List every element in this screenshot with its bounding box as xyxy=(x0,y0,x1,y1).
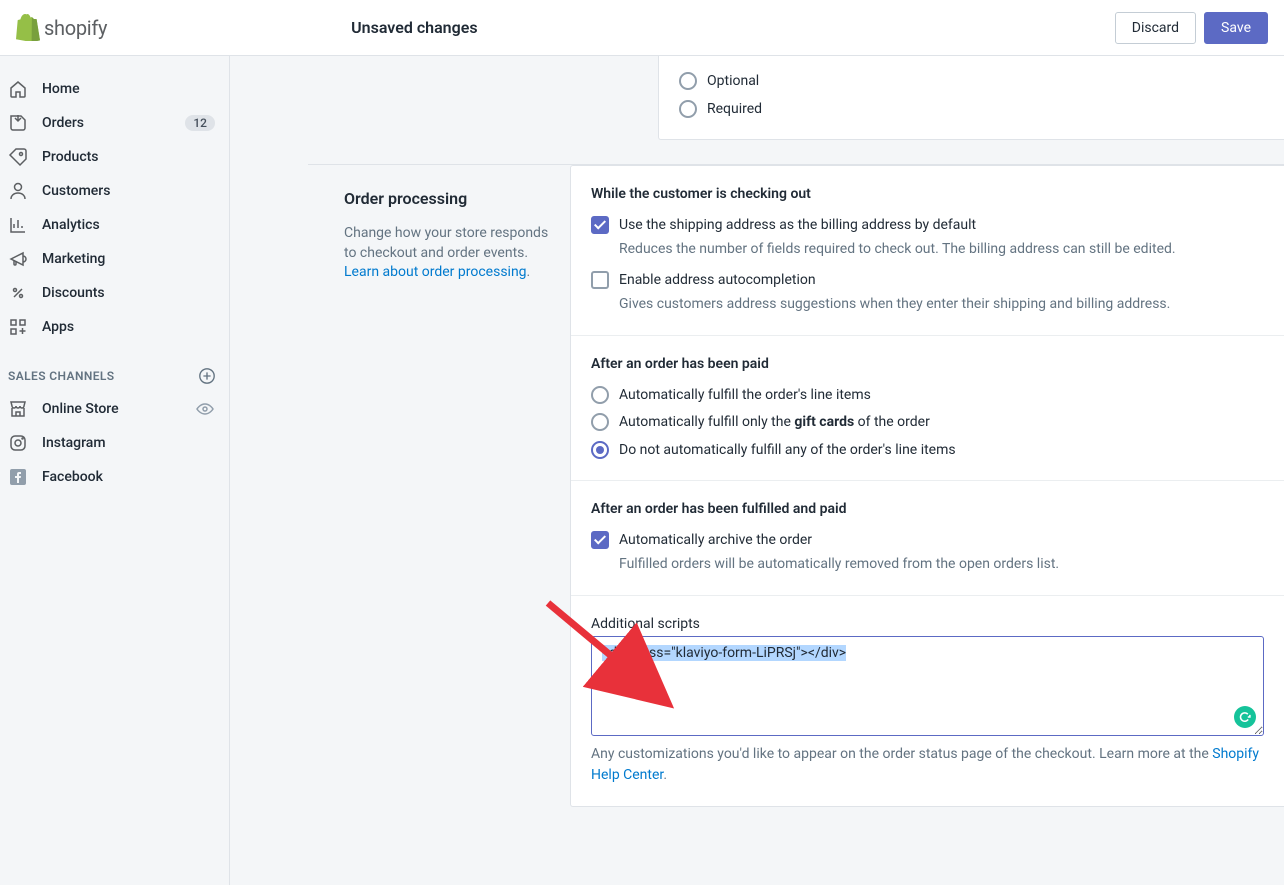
add-channel-button[interactable] xyxy=(197,366,217,386)
option-label: Enable address autocompletion xyxy=(619,271,1264,291)
shopify-logo[interactable]: shopify xyxy=(16,14,107,41)
sidebar-item-apps[interactable]: Apps xyxy=(0,310,229,344)
prior-section-card-bottom: Optional Required xyxy=(658,56,1284,140)
sidebar-item-label: Facebook xyxy=(42,469,215,485)
sidebar-item-label: Marketing xyxy=(42,251,215,267)
save-button[interactable]: Save xyxy=(1204,12,1268,44)
shopify-bag-icon xyxy=(16,14,40,41)
sidebar-item-home[interactable]: Home xyxy=(0,72,229,106)
sidebar-item-customers[interactable]: Customers xyxy=(0,174,229,208)
additional-scripts-help: Any customizations you'd like to appear … xyxy=(591,744,1264,786)
radio-unchecked-icon[interactable] xyxy=(591,413,609,431)
option-help: Reduces the number of fields required to… xyxy=(619,240,1264,260)
desc-text: Change how your store responds to checko… xyxy=(344,225,548,261)
option-label: Automatically fulfill only the gift card… xyxy=(619,413,1264,433)
sidebar-item-label: Online Store xyxy=(42,401,181,417)
fulfilled-subsection: After an order has been fulfilled and pa… xyxy=(571,481,1284,595)
orders-icon xyxy=(8,113,28,133)
customers-icon xyxy=(8,181,28,201)
topbar-actions: Discard Save xyxy=(1115,12,1268,44)
option-help: Gives customers address suggestions when… xyxy=(619,295,1264,315)
topbar: shopify Unsaved changes Discard Save xyxy=(0,0,1284,56)
main-content: Optional Required Order processing Chang… xyxy=(230,56,1284,885)
option-fulfill-gift-cards[interactable]: Automatically fulfill only the gift card… xyxy=(591,413,1264,433)
paid-subsection: After an order has been paid Automatical… xyxy=(571,336,1284,482)
radio-unchecked-icon[interactable] xyxy=(679,72,697,90)
sales-channels-heading: SALES CHANNELS xyxy=(0,344,229,392)
discounts-icon xyxy=(8,283,28,303)
subsection-title: After an order has been paid xyxy=(591,356,1264,372)
discard-button[interactable]: Discard xyxy=(1115,12,1196,44)
subsection-title: While the customer is checking out xyxy=(591,186,1264,202)
online-store-icon xyxy=(8,399,28,419)
sidebar-item-label: Home xyxy=(42,81,215,97)
additional-scripts-label: Additional scripts xyxy=(591,616,1264,632)
grammarly-icon[interactable] xyxy=(1234,706,1256,728)
sidebar-item-label: Instagram xyxy=(42,435,215,451)
sidebar-item-label: Customers xyxy=(42,183,215,199)
learn-order-processing-link[interactable]: Learn about order processing xyxy=(344,264,527,280)
option-label: Use the shipping address as the billing … xyxy=(619,216,1264,236)
subsection-title: After an order has been fulfilled and pa… xyxy=(591,501,1264,517)
sidebar-item-analytics[interactable]: Analytics xyxy=(0,208,229,242)
radio-unchecked-icon[interactable] xyxy=(591,386,609,404)
logo-text: shopify xyxy=(44,16,107,40)
desc-text: . xyxy=(527,264,531,280)
marketing-icon xyxy=(8,249,28,269)
option-label: Required xyxy=(707,100,1264,120)
sidebar-item-facebook[interactable]: Facebook xyxy=(0,460,229,494)
sidebar-item-marketing[interactable]: Marketing xyxy=(0,242,229,276)
option-fulfill-none[interactable]: Do not automatically fulfill any of the … xyxy=(591,441,1264,461)
orders-badge: 12 xyxy=(185,115,215,131)
sidebar-item-orders[interactable]: Orders 12 xyxy=(0,106,229,140)
instagram-icon xyxy=(8,433,28,453)
option-label: Automatically fulfill the order's line i… xyxy=(619,386,1264,406)
products-icon xyxy=(8,147,28,167)
home-icon xyxy=(8,79,28,99)
section-description: Change how your store responds to checko… xyxy=(344,224,550,283)
option-auto-archive[interactable]: Automatically archive the order Fulfille… xyxy=(591,531,1264,574)
sidebar-item-label: Discounts xyxy=(42,285,215,301)
apps-icon xyxy=(8,317,28,337)
sidebar-item-label: Analytics xyxy=(42,217,215,233)
option-help: Fulfilled orders will be automatically r… xyxy=(619,555,1264,575)
radio-checked-icon[interactable] xyxy=(591,441,609,459)
option-fulfill-all[interactable]: Automatically fulfill the order's line i… xyxy=(591,386,1264,406)
option-shipping-as-billing[interactable]: Use the shipping address as the billing … xyxy=(591,216,1264,259)
checkbox-checked-icon[interactable] xyxy=(591,216,609,234)
radio-unchecked-icon[interactable] xyxy=(679,100,697,118)
section-title: Order processing xyxy=(344,189,550,208)
option-required[interactable]: Required xyxy=(679,100,1264,120)
sidebar-item-instagram[interactable]: Instagram xyxy=(0,426,229,460)
option-label: Do not automatically fulfill any of the … xyxy=(619,441,1264,461)
option-label: Optional xyxy=(707,72,1264,92)
checkbox-checked-icon[interactable] xyxy=(591,531,609,549)
sidebar-item-label: Apps xyxy=(42,319,215,335)
sales-channels-label: SALES CHANNELS xyxy=(8,369,115,383)
sidebar-item-online-store[interactable]: Online Store xyxy=(0,392,229,426)
sidebar-item-label: Products xyxy=(42,149,215,165)
option-label: Automatically archive the order xyxy=(619,531,1264,551)
option-optional[interactable]: Optional xyxy=(679,72,1264,92)
facebook-icon xyxy=(8,467,28,487)
checkbox-unchecked-icon[interactable] xyxy=(591,271,609,289)
order-processing-desc: Order processing Change how your store r… xyxy=(230,165,570,806)
option-address-autocomplete[interactable]: Enable address autocompletion Gives cust… xyxy=(591,271,1264,314)
sidebar-item-discounts[interactable]: Discounts xyxy=(0,276,229,310)
scripts-subsection: Additional scripts <div class="klaviyo-f… xyxy=(571,596,1284,806)
sidebar: Home Orders 12 Products Customers Analyt… xyxy=(0,56,230,885)
analytics-icon xyxy=(8,215,28,235)
unsaved-changes-label: Unsaved changes xyxy=(351,18,477,37)
view-store-icon[interactable] xyxy=(195,399,215,419)
sidebar-item-products[interactable]: Products xyxy=(0,140,229,174)
order-processing-card: While the customer is checking out Use t… xyxy=(570,165,1284,806)
sidebar-item-label: Orders xyxy=(42,115,171,131)
additional-scripts-textarea[interactable]: <div class="klaviyo-form-LiPRSj"></div> xyxy=(591,636,1264,736)
checkout-subsection: While the customer is checking out Use t… xyxy=(571,166,1284,335)
